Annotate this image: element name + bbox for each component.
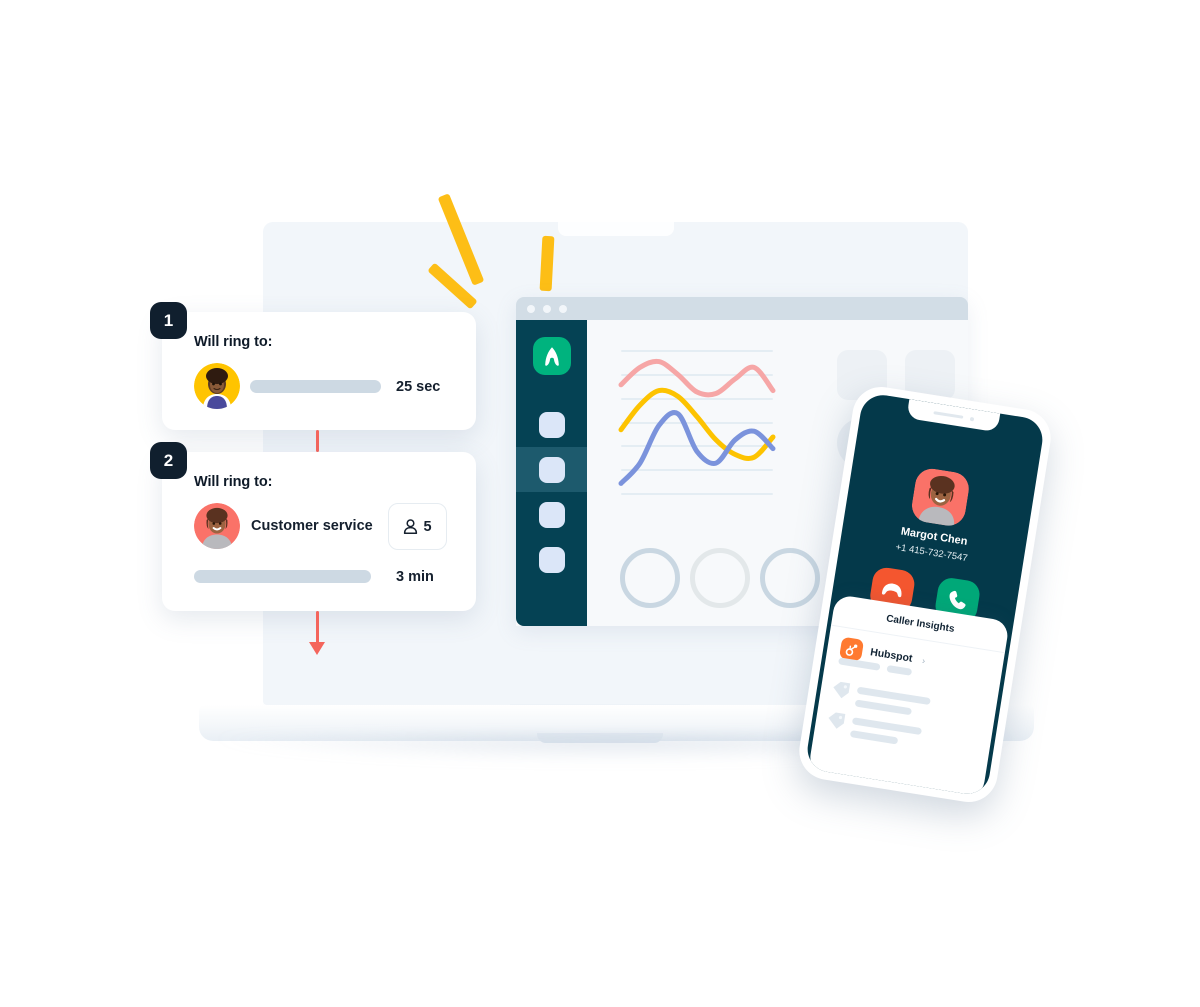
- sidebar-icon-2: [538, 456, 565, 483]
- sidebar-item-2[interactable]: [516, 447, 587, 492]
- skeleton-line: [849, 730, 899, 745]
- flow-step-badge-1: 1: [150, 302, 187, 339]
- window-dot-icon[interactable]: [559, 304, 567, 313]
- front-camera-icon: [969, 416, 974, 421]
- queue-name: Customer service: [251, 518, 373, 534]
- sidebar-icon-4: [538, 546, 565, 573]
- flow-step-badge-2: 2: [150, 442, 187, 479]
- team-avatar: [194, 503, 240, 549]
- window-dot-icon[interactable]: [543, 304, 551, 313]
- tag-icon: [828, 712, 846, 729]
- chart-series-group: [621, 350, 773, 495]
- agent-avatar: [194, 363, 240, 409]
- sidebar-item-1[interactable]: [516, 402, 587, 447]
- ring-metric-3: [760, 548, 820, 608]
- queue-member-pill[interactable]: 5: [388, 503, 447, 550]
- illustration-stage: Will ring to: 1 25 sec Will ring to: 2 C…: [0, 0, 1200, 1007]
- laptop-camera-notch: [557, 222, 674, 236]
- flow-step-label: Will ring to:: [194, 334, 273, 350]
- dashboard-sidebar: [516, 320, 587, 626]
- caller-insights-panel: Caller Insights Hubspot ›: [807, 594, 1010, 798]
- crm-name: Hubspot: [869, 646, 914, 665]
- window-dot-icon[interactable]: [527, 304, 535, 313]
- caller-avatar: [910, 466, 972, 528]
- person-icon: [404, 518, 418, 534]
- phone-hangup-icon: [881, 583, 902, 598]
- flow-arrow-icon: [309, 642, 325, 655]
- chevron-right-icon: ›: [921, 655, 926, 666]
- chart-line-pink-series: [621, 361, 773, 394]
- aircall-logo: [532, 337, 571, 375]
- sidebar-item-4[interactable]: [516, 537, 587, 582]
- step-duration-2: 3 min: [396, 569, 434, 585]
- duration-progress-bar: [250, 380, 381, 393]
- tag-icon: [833, 681, 851, 699]
- sidebar-item-3[interactable]: [516, 492, 587, 537]
- chart-line-blue-series: [621, 413, 773, 484]
- sidebar-icon-1: [538, 411, 565, 438]
- speaker-slit-icon: [932, 411, 963, 419]
- phone-icon: [949, 590, 966, 610]
- duration-progress-bar: [194, 570, 371, 583]
- ring-metrics-group: [620, 548, 820, 608]
- sidebar-icon-3: [538, 501, 565, 528]
- queue-member-count: 5: [423, 518, 432, 535]
- flow-connector-line: [316, 430, 319, 452]
- ring-metric-2: [690, 548, 750, 608]
- window-titlebar: [516, 297, 968, 320]
- flow-step-label: Will ring to:: [194, 474, 273, 490]
- line-chart: [621, 350, 773, 495]
- skeleton-line: [854, 699, 913, 716]
- step-duration-1: 25 sec: [396, 379, 441, 395]
- ring-metric-1: [620, 548, 680, 608]
- flow-connector-line: [316, 611, 319, 646]
